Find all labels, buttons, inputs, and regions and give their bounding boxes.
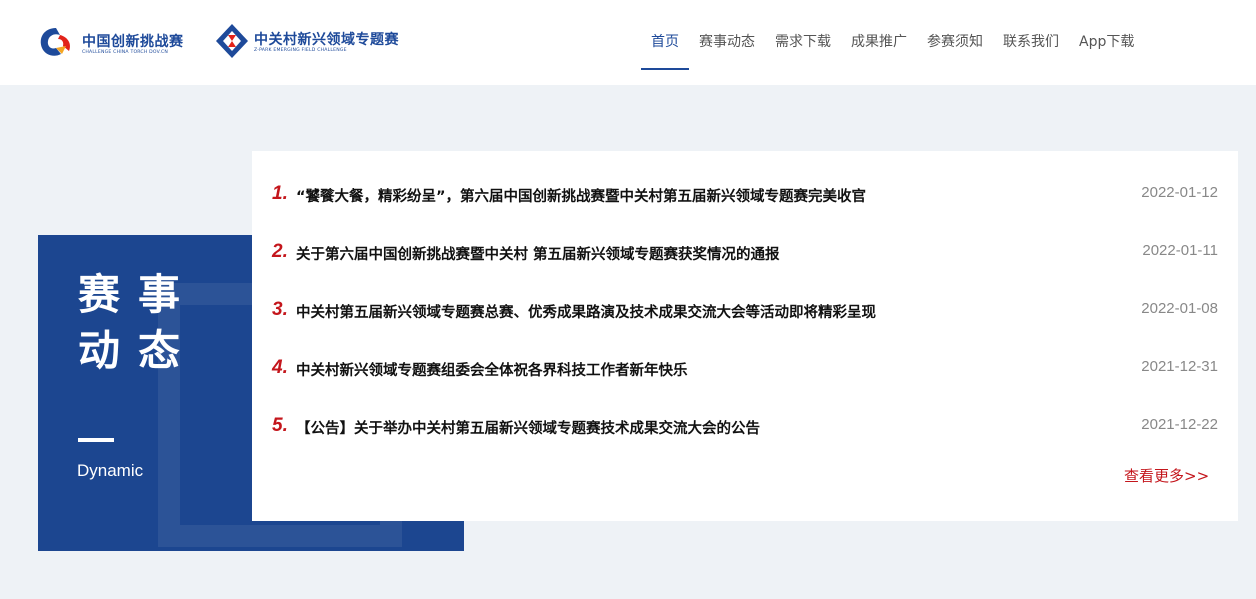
news-title[interactable]: 【公告】关于举办中关村第五届新兴领域专题赛技术成果交流大会的公告	[296, 417, 760, 438]
section-title: 赛事动态	[78, 270, 199, 375]
section-subtitle: Dynamic	[77, 461, 144, 480]
view-more-link[interactable]: 查看更多>>	[1124, 465, 1209, 486]
news-date: 2021-12-31	[1141, 358, 1218, 375]
nav-participation-notice[interactable]: 参赛须知	[927, 31, 983, 51]
news-title[interactable]: 中关村新兴领域专题赛组委会全体祝各界科技工作者新年快乐	[296, 359, 688, 380]
title-divider	[78, 438, 114, 442]
logo1-subtitle: CHALLENGE CHINA TORCH DOV.CN	[82, 50, 169, 55]
nav-contact-us[interactable]: 联系我们	[1003, 31, 1059, 51]
news-number: 3.	[272, 299, 288, 320]
logo1-title: 中国创新挑战赛	[82, 34, 184, 50]
nav-home[interactable]: 首页	[651, 31, 679, 51]
news-title[interactable]: 关于第六届中国创新挑战赛暨中关村 第五届新兴领域专题赛获奖情况的通报	[296, 243, 780, 264]
news-item[interactable]: 2. 关于第六届中国创新挑战赛暨中关村 第五届新兴领域专题赛获奖情况的通报 20…	[272, 241, 1218, 271]
news-title[interactable]: “饕餮大餐，精彩纷呈”，第六届中国创新挑战赛暨中关村第五届新兴领域专题赛完美收官	[296, 185, 866, 206]
news-number: 4.	[272, 357, 288, 378]
logo2-title: 中关村新兴领域专题赛	[254, 32, 399, 48]
news-number: 5.	[272, 415, 288, 436]
news-title[interactable]: 中关村第五届新兴领域专题赛总赛、优秀成果路演及技术成果交流大会等活动即将精彩呈现	[296, 301, 876, 322]
china-innovation-challenge-logo[interactable]: 中国创新挑战赛 CHALLENGE CHINA TORCH DOV.CN	[36, 24, 216, 60]
nav-results-promotion[interactable]: 成果推广	[851, 31, 907, 51]
site-header: 中国创新挑战赛 CHALLENGE CHINA TORCH DOV.CN 中关村…	[0, 0, 1256, 85]
nav-active-indicator	[641, 68, 689, 70]
logo2-subtitle: Z-PARK EMERGING FIELD CHALLENGE	[254, 48, 347, 53]
zpark-emerging-field-logo[interactable]: 中关村新兴领域专题赛 Z-PARK EMERGING FIELD CHALLEN…	[214, 22, 414, 62]
news-item[interactable]: 4. 中关村新兴领域专题赛组委会全体祝各界科技工作者新年快乐 2021-12-3…	[272, 357, 1218, 387]
news-item[interactable]: 5. 【公告】关于举办中关村第五届新兴领域专题赛技术成果交流大会的公告 2021…	[272, 415, 1218, 445]
news-number: 1.	[272, 183, 288, 204]
news-date: 2021-12-22	[1141, 416, 1218, 433]
news-item[interactable]: 3. 中关村第五届新兴领域专题赛总赛、优秀成果路演及技术成果交流大会等活动即将精…	[272, 299, 1218, 329]
news-item[interactable]: 1. “饕餮大餐，精彩纷呈”，第六届中国创新挑战赛暨中关村第五届新兴领域专题赛完…	[272, 183, 1218, 213]
news-date: 2022-01-08	[1141, 300, 1218, 317]
zpark-emerging-field-logo-icon	[216, 24, 248, 58]
news-number: 2.	[272, 241, 288, 262]
nav-competition-news[interactable]: 赛事动态	[699, 31, 755, 51]
nav-requirements-download[interactable]: 需求下载	[775, 31, 831, 51]
news-date: 2022-01-12	[1141, 184, 1218, 201]
news-list: 1. “饕餮大餐，精彩纷呈”，第六届中国创新挑战赛暨中关村第五届新兴领域专题赛完…	[252, 151, 1238, 521]
nav-app-download[interactable]: App下载	[1079, 31, 1134, 51]
news-date: 2022-01-11	[1142, 242, 1218, 259]
china-innovation-challenge-logo-icon	[40, 28, 70, 56]
